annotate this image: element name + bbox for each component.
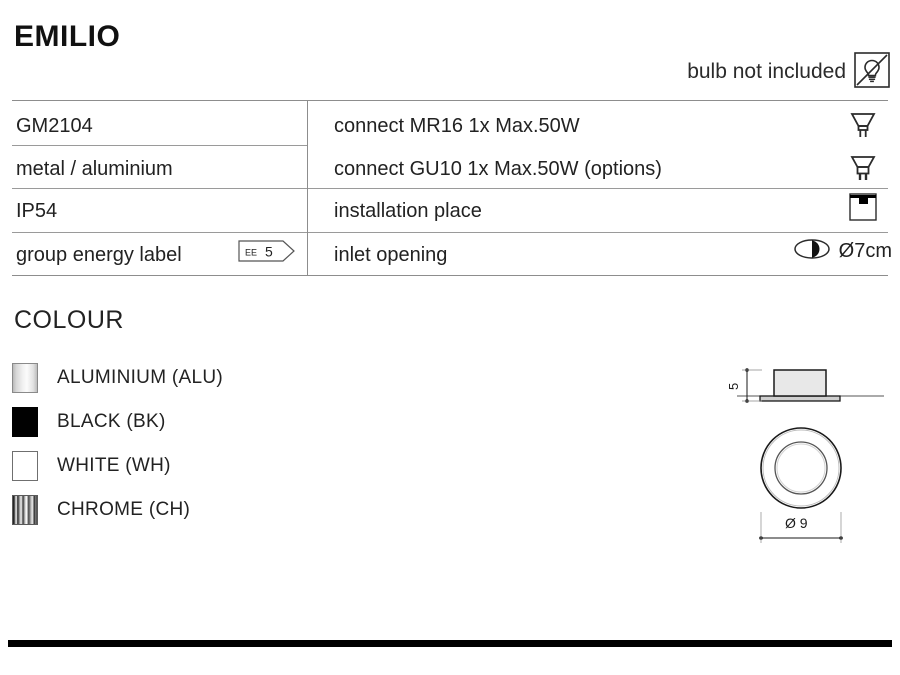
colour-swatch-chrome bbox=[12, 495, 38, 525]
row-divider-right-2 bbox=[308, 188, 888, 189]
colour-swatch-black bbox=[12, 407, 38, 437]
cell-connect-mr16: connect MR16 1x Max.50W bbox=[334, 115, 580, 137]
cell-material: metal / aluminium bbox=[16, 158, 173, 180]
colour-option-black[interactable]: BLACK (BK) bbox=[12, 407, 166, 437]
row-divider-right-3 bbox=[308, 232, 888, 233]
cell-group-energy-label: group energy label bbox=[16, 244, 182, 266]
colour-label-chrome: CHROME (CH) bbox=[57, 499, 191, 520]
row-divider-left-3 bbox=[12, 232, 307, 233]
colour-label-black: BLACK (BK) bbox=[57, 411, 166, 432]
colour-label-aluminium: ALUMINIUM (ALU) bbox=[57, 367, 224, 388]
energy-label-prefix: EE bbox=[245, 248, 257, 258]
colour-swatch-white bbox=[12, 451, 38, 481]
cell-installation-place: installation place bbox=[334, 200, 482, 222]
colour-swatch-aluminium bbox=[12, 363, 38, 393]
colour-label-white: WHITE (WH) bbox=[57, 455, 171, 476]
page-title: EMILIO bbox=[14, 20, 121, 53]
diameter-dimension-label: Ø 9 bbox=[785, 515, 808, 531]
colour-option-chrome[interactable]: CHROME (CH) bbox=[12, 495, 190, 525]
technical-drawing: 5 Ø 9 bbox=[712, 352, 892, 547]
cell-product-code: GM2104 bbox=[16, 115, 93, 137]
gu10-lamp-icon bbox=[846, 151, 880, 190]
inlet-opening-dimension: Ø7cm bbox=[838, 240, 892, 262]
height-dimension-label: 5 bbox=[726, 383, 741, 390]
mr16-lamp-icon bbox=[846, 108, 880, 147]
colour-section-title: COLOUR bbox=[14, 306, 124, 334]
row-divider-left-1 bbox=[12, 145, 307, 146]
colour-option-white[interactable]: WHITE (WH) bbox=[12, 451, 171, 481]
energy-label-badge: EE 5 bbox=[238, 240, 296, 262]
colour-option-aluminium[interactable]: ALUMINIUM (ALU) bbox=[12, 363, 223, 393]
ceiling-mount-icon bbox=[846, 190, 880, 229]
no-bulb-icon bbox=[852, 50, 892, 90]
energy-label-value: 5 bbox=[265, 244, 273, 260]
footer-rule bbox=[8, 640, 892, 647]
inlet-opening-icon bbox=[793, 237, 831, 266]
inlet-opening-group: Ø7cm bbox=[793, 237, 892, 266]
row-divider-left-2 bbox=[12, 188, 307, 189]
cell-ip-rating: IP54 bbox=[16, 200, 58, 222]
bulb-not-included-label: bulb not included bbox=[687, 60, 846, 83]
cell-connect-gu10: connect GU10 1x Max.50W (options) bbox=[334, 158, 662, 180]
table-bottom-border bbox=[12, 275, 888, 276]
cell-inlet-opening: inlet opening bbox=[334, 244, 448, 266]
table-top-border bbox=[12, 100, 888, 101]
